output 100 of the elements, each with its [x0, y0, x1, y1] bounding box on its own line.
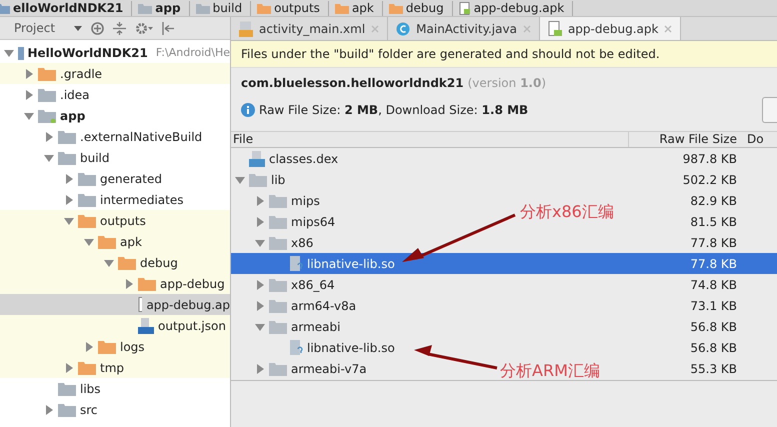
file-size: 56.8 KB [689, 340, 738, 354]
tree-item-label: .idea [60, 88, 90, 102]
folder-icon [38, 66, 56, 80]
project-path: F:\Android\He [156, 46, 230, 59]
breadcrumb-item[interactable]: app [138, 0, 190, 16]
expanded-arrow-icon[interactable] [4, 48, 14, 58]
tree-item[interactable]: libs [0, 378, 230, 399]
collapsed-arrow-icon[interactable] [44, 132, 54, 142]
breadcrumb-item[interactable]: build [196, 0, 252, 16]
tree-item[interactable]: .externalNativeBuild [0, 126, 230, 147]
expanded-arrow-icon[interactable] [44, 152, 54, 162]
breadcrumb-item[interactable]: outputs [257, 0, 329, 16]
folder-icon [98, 340, 116, 354]
breadcrumb-item[interactable]: apk [334, 0, 383, 16]
collapsed-arrow-icon[interactable] [255, 216, 265, 226]
folder-icon [269, 320, 287, 334]
collapsed-arrow-icon[interactable] [255, 300, 265, 310]
folder-icon [38, 88, 56, 102]
close-icon[interactable] [664, 24, 672, 32]
collapsed-arrow-icon[interactable] [84, 342, 94, 352]
expanded-arrow-icon[interactable] [255, 238, 265, 248]
collapsed-arrow-icon[interactable] [255, 280, 265, 290]
hide-panel-icon[interactable] [162, 22, 174, 34]
folder-icon [78, 192, 96, 206]
layout-file-icon [239, 20, 253, 36]
tree-item[interactable]: app-debug.ap [0, 294, 230, 315]
tree-item[interactable]: tmp [0, 357, 230, 378]
collapsed-arrow-icon[interactable] [24, 90, 34, 100]
apk-file-icon [548, 20, 562, 36]
breadcrumb-item[interactable]: elloWorldNDK21 [0, 0, 132, 16]
collapse-icon[interactable] [113, 22, 126, 34]
tree-item[interactable]: generated [0, 168, 230, 189]
file-name: mips64 [291, 214, 336, 228]
expanded-arrow-icon[interactable] [104, 258, 114, 268]
expanded-arrow-icon[interactable] [64, 216, 74, 226]
settings-icon[interactable] [135, 22, 154, 34]
file-name: armeabi [291, 320, 340, 334]
expanded-arrow-icon[interactable] [24, 110, 34, 120]
tree-item[interactable]: outputs [0, 210, 230, 231]
collapsed-arrow-icon[interactable] [44, 404, 54, 414]
project-view-dropdown[interactable]: Project [14, 21, 56, 35]
tree-item-label: debug [140, 256, 178, 270]
compare-button[interactable] [762, 97, 777, 123]
tree-item[interactable]: output.json [0, 315, 230, 336]
dropdown-caret-icon[interactable] [74, 26, 82, 30]
tree-item[interactable]: debug [0, 252, 230, 273]
editor-tab[interactable]: activity_main.xml [231, 17, 388, 40]
file-size: 82.9 KB [689, 194, 738, 208]
collapsed-arrow-icon[interactable] [124, 278, 134, 288]
tree-item[interactable]: app-debug [0, 273, 230, 294]
collapsed-arrow-icon[interactable] [64, 194, 74, 204]
tree-item[interactable]: app [0, 105, 230, 126]
tree-item[interactable]: src [0, 399, 230, 420]
tree-item-label: libs [80, 382, 101, 396]
size-summary: Raw File Size: 2 MB, Download Size: 1.8 MB [259, 103, 528, 117]
collapsed-arrow-icon[interactable] [24, 68, 34, 78]
generated-files-notice: Files under the "build" folder are generated and should not be edited. [231, 41, 777, 68]
breadcrumb-item[interactable]: app-debug.apk [458, 0, 574, 16]
expanded-arrow-icon[interactable] [255, 322, 265, 332]
file-name: lib [271, 172, 286, 186]
tree-item[interactable]: .idea [0, 84, 230, 105]
folder-icon [138, 2, 152, 14]
editor-tab[interactable]: app-debug.apk [540, 17, 682, 40]
file-name: armeabi-v7a [291, 362, 367, 376]
project-folder-icon [18, 46, 24, 60]
collapsed-arrow-icon[interactable] [64, 362, 74, 372]
file-size: 55.3 KB [689, 362, 738, 376]
module-folder-icon [38, 108, 56, 122]
tree-item[interactable]: logs [0, 336, 230, 357]
tree-item[interactable]: apk [0, 231, 230, 252]
expanded-arrow-icon[interactable] [84, 236, 94, 246]
tree-item[interactable]: build [0, 147, 230, 168]
collapsed-arrow-icon[interactable] [255, 196, 265, 206]
file-name: mips [291, 194, 320, 208]
expanded-arrow-icon[interactable] [235, 174, 245, 184]
column-header[interactable]: Raw File Size [628, 132, 741, 147]
selected-file-row[interactable]: libnative-lib.so 77.8 KB [231, 253, 777, 274]
file-size: 74.8 KB [689, 278, 738, 292]
collapsed-arrow-icon[interactable] [255, 364, 265, 374]
folder-icon [334, 2, 349, 14]
target-icon[interactable] [91, 22, 104, 34]
tree-item-label: app [60, 108, 86, 122]
column-header[interactable]: File [231, 132, 628, 147]
tree-item-label: HelloWorldNDK21 [28, 46, 148, 60]
file-size: 73.1 KB [689, 298, 738, 312]
breadcrumb-item[interactable]: debug [388, 0, 453, 16]
folder-icon [269, 194, 287, 208]
package-name: com.bluelesson.helloworldndk21 [241, 76, 464, 90]
tree-item[interactable]: HelloWorldNDK21 F:\Android\He [0, 42, 230, 63]
file-size: 502.2 KB [682, 172, 738, 186]
tree-item[interactable]: intermediates [0, 189, 230, 210]
tree-item-label: apk [120, 234, 142, 248]
editor-tab[interactable]: MainActivity.java [388, 17, 540, 40]
tree-item-label: app-debug [160, 276, 225, 290]
column-header[interactable]: Do [741, 132, 777, 147]
annotation-text: 分析ARM汇编 [500, 361, 600, 382]
folder-icon [78, 360, 96, 374]
collapsed-arrow-icon[interactable] [64, 174, 74, 184]
tree-item-label: tmp [100, 360, 124, 374]
tree-item[interactable]: .gradle [0, 63, 230, 84]
